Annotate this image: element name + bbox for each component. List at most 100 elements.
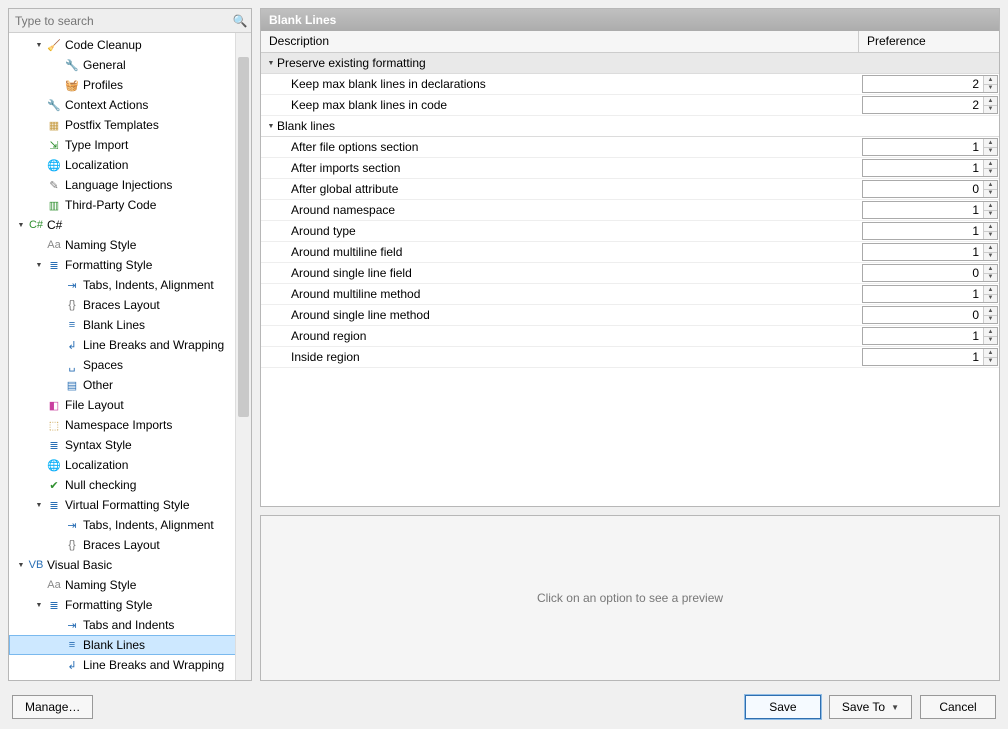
spinner-up-icon[interactable]: ▲ <box>984 265 997 274</box>
collapse-arrow-icon[interactable] <box>265 60 277 67</box>
expand-arrow-icon[interactable] <box>33 42 45 49</box>
setting-row[interactable]: Around single line method0▲▼ <box>261 305 999 326</box>
tree-scrollbar-thumb[interactable] <box>238 57 249 417</box>
spinner-value[interactable]: 0 <box>863 265 983 281</box>
tree-item[interactable]: ⇥Tabs, Indents, Alignment <box>9 275 251 295</box>
setting-row[interactable]: Around multiline field1▲▼ <box>261 242 999 263</box>
spinner-down-icon[interactable]: ▼ <box>984 316 997 324</box>
numeric-spinner[interactable]: 2▲▼ <box>862 75 998 93</box>
tree-item[interactable]: ␣Spaces <box>9 355 251 375</box>
tree-item[interactable]: AaNaming Style <box>9 235 251 255</box>
spinner-down-icon[interactable]: ▼ <box>984 85 997 93</box>
save-button[interactable]: Save <box>745 695 821 719</box>
tree-item[interactable]: ≣Syntax Style <box>9 435 251 455</box>
tree-item[interactable]: ▥Third-Party Code <box>9 195 251 215</box>
setting-row[interactable]: Keep max blank lines in code2▲▼ <box>261 95 999 116</box>
tree-item[interactable]: {}Braces Layout <box>9 295 251 315</box>
numeric-spinner[interactable]: 1▲▼ <box>862 201 998 219</box>
spinner-up-icon[interactable]: ▲ <box>984 139 997 148</box>
spinner-value[interactable]: 1 <box>863 160 983 176</box>
spinner-value[interactable]: 1 <box>863 139 983 155</box>
tree-item[interactable]: ⇲Type Import <box>9 135 251 155</box>
tree-item[interactable]: ↲Line Breaks and Wrapping <box>9 655 251 675</box>
spinner-up-icon[interactable]: ▲ <box>984 244 997 253</box>
collapse-arrow-icon[interactable] <box>265 123 277 130</box>
spinner-value[interactable]: 1 <box>863 328 983 344</box>
spinner-up-icon[interactable]: ▲ <box>984 202 997 211</box>
spinner-up-icon[interactable]: ▲ <box>984 307 997 316</box>
spinner-up-icon[interactable]: ▲ <box>984 328 997 337</box>
spinner-down-icon[interactable]: ▼ <box>984 274 997 282</box>
spinner-value[interactable]: 1 <box>863 286 983 302</box>
search-icon[interactable]: 🔍 <box>229 14 251 28</box>
numeric-spinner[interactable]: 1▲▼ <box>862 327 998 345</box>
numeric-spinner[interactable]: 1▲▼ <box>862 285 998 303</box>
options-tree[interactable]: 🧹Code Cleanup🔧General🧺Profiles🔧Context A… <box>9 33 251 680</box>
expand-arrow-icon[interactable] <box>33 602 45 609</box>
tree-item[interactable]: 🌐Localization <box>9 155 251 175</box>
tree-item[interactable]: ⇥Tabs, Indents, Alignment <box>9 515 251 535</box>
spinner-down-icon[interactable]: ▼ <box>984 253 997 261</box>
group-row[interactable]: Blank lines <box>261 116 999 137</box>
tree-item[interactable]: ✔Null checking <box>9 475 251 495</box>
setting-row[interactable]: After imports section1▲▼ <box>261 158 999 179</box>
setting-row[interactable]: After file options section1▲▼ <box>261 137 999 158</box>
spinner-down-icon[interactable]: ▼ <box>984 190 997 198</box>
tree-item[interactable]: 🔧General <box>9 55 251 75</box>
tree-item[interactable]: ↲Line Breaks and Wrapping <box>9 335 251 355</box>
spinner-down-icon[interactable]: ▼ <box>984 232 997 240</box>
spinner-value[interactable]: 1 <box>863 349 983 365</box>
numeric-spinner[interactable]: 0▲▼ <box>862 264 998 282</box>
spinner-up-icon[interactable]: ▲ <box>984 97 997 106</box>
numeric-spinner[interactable]: 1▲▼ <box>862 159 998 177</box>
tree-item[interactable]: ≡Blank Lines <box>9 635 251 655</box>
setting-row[interactable]: Around single line field0▲▼ <box>261 263 999 284</box>
expand-arrow-icon[interactable] <box>15 222 27 229</box>
spinner-value[interactable]: 0 <box>863 181 983 197</box>
search-input[interactable] <box>9 9 229 32</box>
spinner-down-icon[interactable]: ▼ <box>984 148 997 156</box>
setting-row[interactable]: Around multiline method1▲▼ <box>261 284 999 305</box>
spinner-down-icon[interactable]: ▼ <box>984 106 997 114</box>
tree-item[interactable]: 🧹Code Cleanup <box>9 35 251 55</box>
setting-row[interactable]: Around namespace1▲▼ <box>261 200 999 221</box>
spinner-value[interactable]: 1 <box>863 202 983 218</box>
tree-item[interactable]: 🔧Context Actions <box>9 95 251 115</box>
setting-row[interactable]: After global attribute0▲▼ <box>261 179 999 200</box>
setting-row[interactable]: Around type1▲▼ <box>261 221 999 242</box>
tree-item[interactable]: ⬚Namespace Imports <box>9 415 251 435</box>
tree-item[interactable]: ⇥Tabs and Indents <box>9 615 251 635</box>
spinner-up-icon[interactable]: ▲ <box>984 223 997 232</box>
spinner-down-icon[interactable]: ▼ <box>984 358 997 366</box>
tree-item[interactable]: VBVisual Basic <box>9 555 251 575</box>
group-row[interactable]: Preserve existing formatting <box>261 53 999 74</box>
spinner-value[interactable]: 0 <box>863 307 983 323</box>
numeric-spinner[interactable]: 0▲▼ <box>862 180 998 198</box>
tree-item[interactable]: ▤Other <box>9 375 251 395</box>
tree-item[interactable]: C#C# <box>9 215 251 235</box>
numeric-spinner[interactable]: 2▲▼ <box>862 96 998 114</box>
numeric-spinner[interactable]: 1▲▼ <box>862 222 998 240</box>
expand-arrow-icon[interactable] <box>15 562 27 569</box>
tree-item[interactable]: ≡Blank Lines <box>9 315 251 335</box>
spinner-up-icon[interactable]: ▲ <box>984 76 997 85</box>
tree-item[interactable]: ◧File Layout <box>9 395 251 415</box>
numeric-spinner[interactable]: 1▲▼ <box>862 348 998 366</box>
tree-item[interactable]: AaNaming Style <box>9 575 251 595</box>
tree-item[interactable]: ✎Language Injections <box>9 175 251 195</box>
setting-row[interactable]: Around region1▲▼ <box>261 326 999 347</box>
expand-arrow-icon[interactable] <box>33 262 45 269</box>
tree-item[interactable]: ▦Postfix Templates <box>9 115 251 135</box>
tree-item[interactable]: {}Braces Layout <box>9 535 251 555</box>
tree-item[interactable]: ≣Formatting Style <box>9 595 251 615</box>
cancel-button[interactable]: Cancel <box>920 695 996 719</box>
tree-item[interactable]: ≣Virtual Formatting Style <box>9 495 251 515</box>
col-header-preference[interactable]: Preference <box>859 31 999 52</box>
tree-item[interactable]: 🌐Localization <box>9 455 251 475</box>
spinner-value[interactable]: 2 <box>863 97 983 113</box>
spinner-up-icon[interactable]: ▲ <box>984 181 997 190</box>
tree-item[interactable]: 🧺Profiles <box>9 75 251 95</box>
spinner-up-icon[interactable]: ▲ <box>984 160 997 169</box>
spinner-down-icon[interactable]: ▼ <box>984 295 997 303</box>
spinner-down-icon[interactable]: ▼ <box>984 211 997 219</box>
